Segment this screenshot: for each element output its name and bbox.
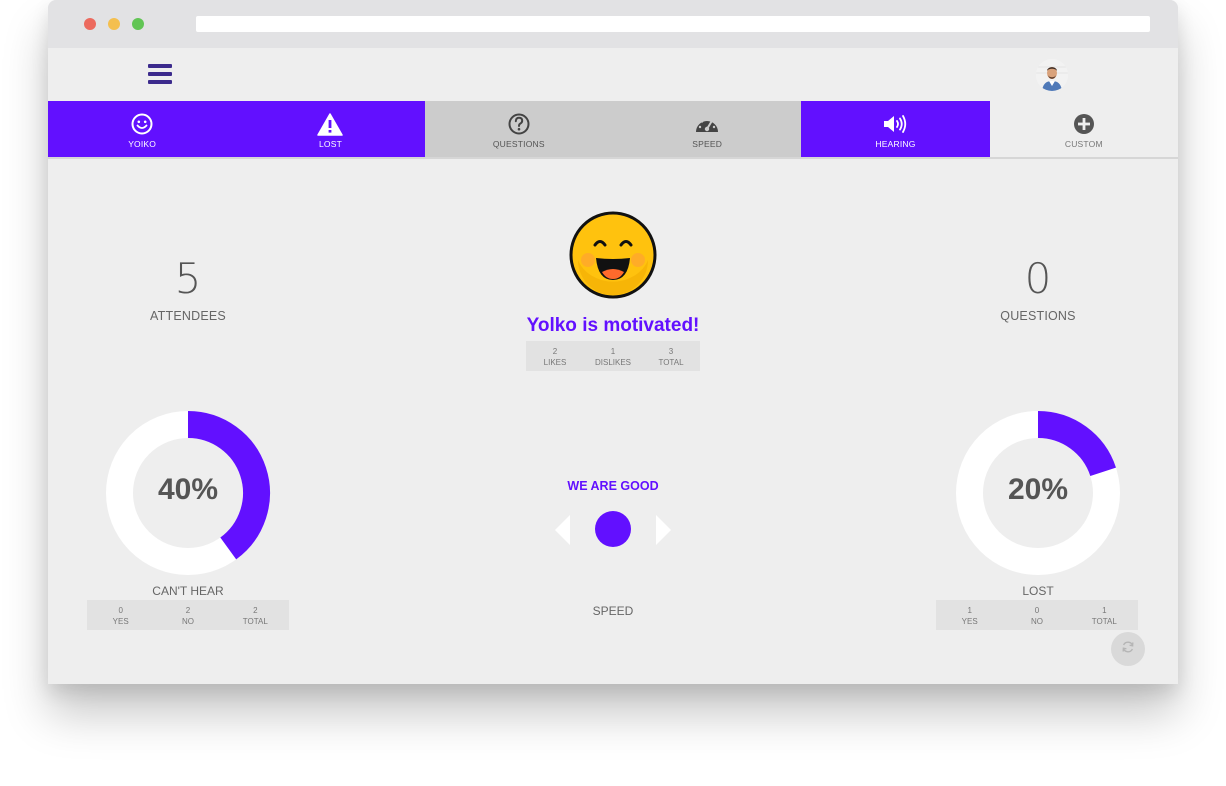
lost-no-label: NO bbox=[1030, 617, 1043, 626]
tab-hearing-label: HEARING bbox=[875, 139, 916, 149]
attendees-count: 5 bbox=[174, 254, 202, 303]
lost-percent: 20% bbox=[1007, 473, 1069, 506]
cant-hear-donut: 40% bbox=[105, 410, 271, 576]
speed-status: WE ARE GOOD bbox=[567, 479, 659, 493]
mood-total-label: TOTAL bbox=[658, 358, 684, 367]
warning-icon bbox=[317, 112, 344, 136]
likes-label: LIKES bbox=[543, 358, 567, 367]
question-circle-icon bbox=[508, 112, 530, 136]
browser-window: YOIKO LOST QUESTIONS SPEED HEARING CUSTO… bbox=[48, 0, 1178, 684]
browser-titlebar bbox=[48, 0, 1178, 48]
questions-count: 0 bbox=[1024, 254, 1052, 303]
cant-hear-no-label: NO bbox=[181, 617, 194, 626]
tab-bar: YOIKO LOST QUESTIONS SPEED HEARING CUSTO… bbox=[48, 101, 1178, 158]
user-avatar[interactable] bbox=[1036, 59, 1068, 91]
tab-yoiko[interactable]: YOIKO bbox=[48, 101, 237, 158]
tab-custom-label: CUSTOM bbox=[1064, 139, 1103, 149]
refresh-icon bbox=[1121, 640, 1135, 659]
lost-total-value: 1 bbox=[1102, 606, 1107, 615]
mood-total-value: 3 bbox=[668, 347, 674, 356]
cant-hear-yes-value: 0 bbox=[118, 606, 123, 615]
close-window-dot[interactable] bbox=[84, 18, 96, 30]
attendees-label: ATTENDEES bbox=[150, 309, 226, 323]
mood-stats: 2 LIKES 1 DISLIKES 3 TOTAL bbox=[526, 341, 700, 371]
maximize-window-dot[interactable] bbox=[132, 18, 144, 30]
mood-total-stat: 3 TOTAL bbox=[642, 341, 700, 371]
cant-hear-percent: 40% bbox=[157, 473, 219, 506]
lost-no: 0 NO bbox=[1003, 600, 1070, 630]
laughing-face-icon bbox=[568, 210, 658, 300]
hamburger-menu-icon[interactable] bbox=[148, 64, 172, 84]
tab-speed-label: SPEED bbox=[692, 139, 723, 149]
questions-label: QUESTIONS bbox=[1000, 309, 1076, 323]
cant-hear-total-label: TOTAL bbox=[242, 617, 268, 626]
mood-title: Yolko is motivated! bbox=[526, 315, 700, 336]
dislikes-label: DISLIKES bbox=[594, 358, 631, 367]
volume-icon bbox=[882, 112, 908, 136]
dislikes-stat: 1 DISLIKES bbox=[584, 341, 642, 371]
lost-total-label: TOTAL bbox=[1091, 617, 1117, 626]
lost-donut: 20% bbox=[955, 410, 1121, 576]
minimize-window-dot[interactable] bbox=[108, 18, 120, 30]
tab-lost[interactable]: LOST bbox=[236, 101, 425, 158]
dislikes-value: 1 bbox=[610, 347, 616, 356]
speed-indicator bbox=[595, 511, 631, 547]
tab-custom[interactable]: CUSTOM bbox=[989, 101, 1178, 158]
cant-hear-total-value: 2 bbox=[253, 606, 258, 615]
speed-caption: SPEED bbox=[592, 604, 634, 618]
tab-lost-label: LOST bbox=[318, 139, 342, 149]
likes-value: 2 bbox=[552, 347, 558, 356]
cant-hear-no-value: 2 bbox=[185, 606, 191, 615]
tab-questions-label: QUESTIONS bbox=[492, 139, 545, 149]
lost-no-value: 0 bbox=[1034, 606, 1040, 615]
speed-right-arrow-icon[interactable] bbox=[654, 514, 672, 551]
address-bar[interactable] bbox=[196, 16, 1150, 32]
cant-hear-caption: CAN'T HEAR bbox=[152, 584, 224, 598]
lost-caption: LOST bbox=[1022, 584, 1054, 598]
dashboard-content: 5 ATTENDEES 0 QUESTIONS Yolko is motivat… bbox=[48, 159, 1178, 684]
lost-yes: 1 YES bbox=[936, 600, 1003, 630]
cant-hear-total: 2 TOTAL bbox=[222, 600, 289, 630]
cant-hear-stats: 0 YES 2 NO 2 TOTAL bbox=[87, 600, 289, 630]
app-header bbox=[48, 48, 1178, 101]
smiley-icon bbox=[131, 112, 153, 136]
tab-questions[interactable]: QUESTIONS bbox=[424, 101, 613, 158]
lost-yes-value: 1 bbox=[967, 606, 972, 615]
lost-stats: 1 YES 0 NO 1 TOTAL bbox=[936, 600, 1138, 630]
cant-hear-yes: 0 YES bbox=[87, 600, 154, 630]
tab-hearing[interactable]: HEARING bbox=[801, 101, 990, 158]
tab-yoiko-label: YOIKO bbox=[128, 139, 157, 149]
refresh-button[interactable] bbox=[1111, 632, 1145, 666]
lost-total: 1 TOTAL bbox=[1071, 600, 1138, 630]
speedometer-icon bbox=[694, 112, 720, 136]
cant-hear-no: 2 NO bbox=[154, 600, 221, 630]
lost-yes-label: YES bbox=[961, 617, 978, 626]
likes-stat: 2 LIKES bbox=[526, 341, 584, 371]
speed-left-arrow-icon[interactable] bbox=[554, 514, 572, 551]
plus-circle-icon bbox=[1073, 112, 1095, 136]
cant-hear-yes-label: YES bbox=[112, 617, 129, 626]
lost-arc bbox=[1037, 411, 1116, 477]
tab-speed[interactable]: SPEED bbox=[612, 101, 802, 158]
